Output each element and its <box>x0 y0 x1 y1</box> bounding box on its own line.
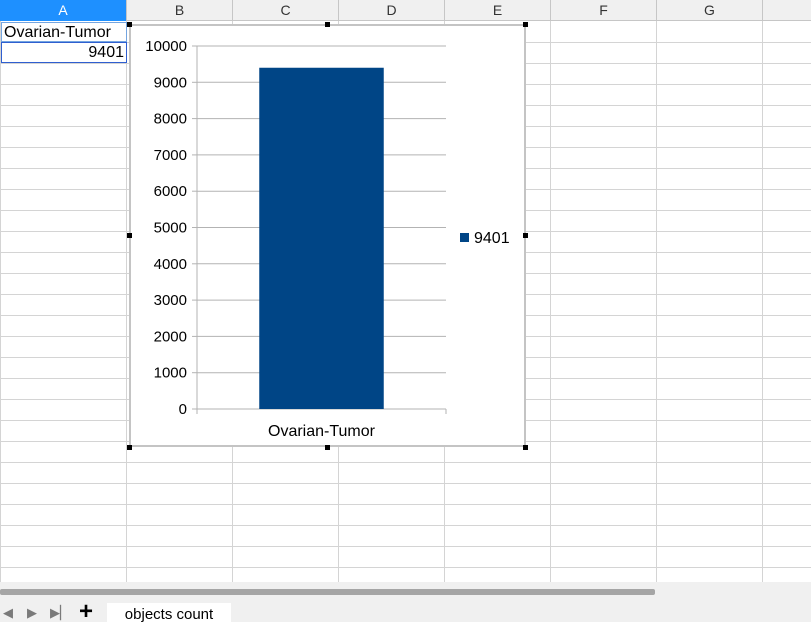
cell-a2-selected[interactable]: 9401 <box>1 42 127 63</box>
column-header-b[interactable]: B <box>127 0 233 21</box>
column-header-c[interactable]: C <box>233 0 339 21</box>
bar <box>259 67 384 409</box>
column-header-h[interactable] <box>763 0 811 21</box>
resize-handle-left[interactable] <box>127 233 132 238</box>
y-tick-labels: 0 1000 2000 3000 4000 5000 6000 7000 8000 9000 100… <box>145 38 187 418</box>
last-sheet-icon[interactable]: ▶▏ <box>50 605 70 621</box>
y-tick-label: 6000 <box>154 183 187 200</box>
resize-handle-top-left[interactable] <box>127 22 132 27</box>
y-tick-label: 7000 <box>154 147 187 164</box>
first-sheet-icon[interactable]: ◀ <box>3 605 13 621</box>
y-tick-label: 5000 <box>154 220 187 237</box>
cell-a1[interactable]: Ovarian-Tumor <box>1 22 127 42</box>
resize-handle-bottom[interactable] <box>325 445 330 450</box>
x-tick-labels: Ovarian-Tumor <box>268 423 376 440</box>
y-tick-label: 1000 <box>154 365 187 382</box>
y-tick-label: 4000 <box>154 256 187 273</box>
plus-icon[interactable]: + <box>79 600 93 624</box>
resize-handle-bottom-right[interactable] <box>523 445 528 450</box>
chart-bars <box>259 67 384 409</box>
bar-chart: 0 1000 2000 3000 4000 5000 6000 7000 8000 9000 100… <box>145 38 510 440</box>
chart-legend: 9401 <box>460 230 510 247</box>
y-tick-label: 0 <box>179 401 187 418</box>
chart-object[interactable]: 0 1000 2000 3000 4000 5000 6000 7000 8000 9000 100… <box>129 24 526 447</box>
column-header-e[interactable]: E <box>445 0 551 21</box>
legend-label: 9401 <box>474 230 510 247</box>
resize-handle-top[interactable] <box>325 22 330 27</box>
horizontal-scrollbar[interactable] <box>0 589 655 595</box>
y-tick-label: 8000 <box>154 111 187 128</box>
sheet-tab-objects-count[interactable]: objects count <box>107 603 231 623</box>
column-header-d[interactable]: D <box>339 0 445 21</box>
y-tick-label: 9000 <box>154 74 187 91</box>
y-tick-label: 10000 <box>145 38 187 55</box>
column-header-a[interactable]: A <box>0 0 127 21</box>
y-tick-label: 2000 <box>154 328 187 345</box>
resize-handle-top-right[interactable] <box>523 22 528 27</box>
column-header-f[interactable]: F <box>551 0 657 21</box>
y-tick-label: 3000 <box>154 292 187 309</box>
legend-swatch <box>460 233 469 242</box>
next-sheet-icon[interactable]: ▶ <box>27 605 37 621</box>
resize-handle-bottom-left[interactable] <box>127 445 132 450</box>
column-header-g[interactable]: G <box>657 0 763 21</box>
column-header-row: A B C D E F G <box>0 0 811 21</box>
spreadsheet-grid[interactable]: A B C D E F G Ovarian-Tumor 9401 0 1000 … <box>0 0 811 582</box>
resize-handle-right[interactable] <box>523 233 528 238</box>
x-tick-label: Ovarian-Tumor <box>268 423 376 440</box>
